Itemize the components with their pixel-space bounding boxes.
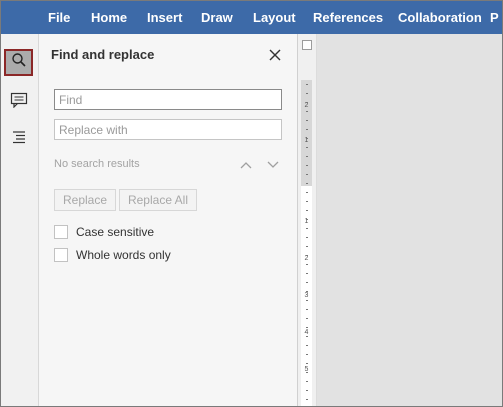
search-icon [11, 52, 27, 73]
ruler-tick [306, 183, 308, 184]
top-menu-bar: File Home Insert Draw Layout References … [1, 1, 502, 34]
ruler-tick [306, 138, 308, 139]
ruler-tick [306, 129, 308, 130]
ruler-tick [306, 345, 308, 346]
navigation-tool-button[interactable] [4, 126, 33, 153]
ruler-tick [306, 228, 308, 229]
ruler-label: 3 [304, 292, 309, 299]
ruler-scale: 2 1 1 2 3 4 5 [301, 80, 312, 406]
replace-input[interactable] [54, 119, 282, 140]
ruler-tick [306, 264, 308, 265]
left-toolbar [1, 34, 39, 406]
ruler-tick [306, 309, 308, 310]
ruler-tick [306, 354, 308, 355]
ruler-label: 2 [304, 255, 309, 262]
ruler-tick [306, 336, 308, 337]
chevron-up-icon [239, 158, 253, 175]
menu-insert[interactable]: Insert [147, 1, 182, 34]
ruler-tick [306, 84, 308, 85]
ruler-tick [306, 381, 308, 382]
search-tool-button[interactable] [4, 49, 33, 76]
ruler-tick [306, 318, 308, 319]
ruler-label: 4 [304, 329, 309, 336]
menu-home[interactable]: Home [91, 1, 127, 34]
ruler-tick [306, 192, 308, 193]
vertical-ruler: 2 1 1 2 3 4 5 [298, 34, 317, 406]
comments-tool-button[interactable] [4, 89, 33, 116]
ruler-tick [306, 399, 308, 400]
next-result-button[interactable] [266, 158, 280, 170]
comments-icon [10, 92, 28, 113]
ruler-tick [306, 255, 308, 256]
menu-draw[interactable]: Draw [201, 1, 233, 34]
ruler-tick [306, 273, 308, 274]
whole-words-checkbox[interactable] [54, 248, 68, 262]
tab-stop-selector[interactable] [302, 40, 312, 50]
ruler-tick [306, 147, 308, 148]
menu-references[interactable]: References [313, 1, 383, 34]
ruler-label: 2 [304, 102, 309, 109]
ruler-tick [306, 363, 308, 364]
ruler-tick [306, 165, 308, 166]
replace-button[interactable]: Replace [54, 189, 116, 211]
find-input[interactable] [54, 89, 282, 110]
menu-file[interactable]: File [48, 1, 70, 34]
ruler-tick [306, 120, 308, 121]
close-icon [267, 49, 283, 67]
ruler-tick [306, 174, 308, 175]
ruler-tick [306, 111, 308, 112]
ruler-tick [306, 300, 308, 301]
ruler-tick [306, 219, 308, 220]
ruler-tick [306, 237, 308, 238]
ruler-tick [306, 102, 308, 103]
ruler-tick [306, 291, 308, 292]
ruler-tick [306, 201, 308, 202]
case-sensitive-checkbox[interactable] [54, 225, 68, 239]
search-results-status: No search results [54, 158, 140, 170]
ruler-tick [306, 246, 308, 247]
previous-result-button[interactable] [239, 158, 253, 170]
ruler-tick [306, 372, 308, 373]
ruler-tick [306, 93, 308, 94]
ruler-tick [306, 156, 308, 157]
whole-words-label: Whole words only [76, 248, 171, 262]
ruler-tick [306, 327, 308, 328]
menu-layout[interactable]: Layout [253, 1, 296, 34]
chevron-down-icon [266, 158, 280, 175]
document-canvas[interactable] [317, 34, 502, 406]
ruler-tick [306, 390, 308, 391]
replace-all-button[interactable]: Replace All [119, 189, 197, 211]
menu-collaboration[interactable]: Collaboration [398, 1, 482, 34]
close-panel-button[interactable] [267, 47, 283, 63]
find-replace-panel: Find and replace No search results Repla… [39, 34, 298, 406]
panel-title: Find and replace [51, 47, 155, 62]
ruler-tick [306, 282, 308, 283]
navigation-icon [11, 130, 27, 149]
ruler-tick [306, 210, 308, 211]
menu-truncated[interactable]: P [490, 1, 499, 34]
ruler-top-margin [301, 80, 312, 186]
case-sensitive-label: Case sensitive [76, 225, 155, 239]
